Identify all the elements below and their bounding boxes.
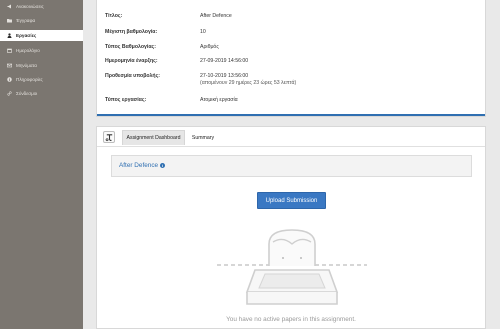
turnitin-icon (103, 131, 115, 143)
tab-bar: Assignment Dashboard Summary (97, 127, 485, 147)
sidebar-item-label: Εργασίες (16, 33, 37, 38)
sidebar-item-assignments[interactable]: Εργασίες (0, 30, 83, 41)
dashboard-panel: Assignment Dashboard Summary After Defen… (96, 126, 486, 329)
info-remaining-time: (απομένουν 29 ημέρες 23 ώρες 53 λεπτά) (200, 80, 297, 86)
card-accent-bar (97, 114, 485, 116)
megaphone-icon (7, 4, 12, 9)
info-label: Ημερομηνία έναρξης: (105, 58, 158, 64)
info-value: Ατομική εργασία (200, 97, 238, 103)
info-label: Προθεσμία υποβολής: (105, 73, 161, 79)
assignment-header-box: After Defence i (111, 155, 472, 177)
empty-state-message: You have no active papers in this assign… (226, 316, 356, 323)
sidebar-item-label: Σύνδεσμοι (16, 91, 38, 96)
info-value: 10 (200, 29, 206, 35)
folder-icon (7, 18, 12, 23)
sidebar-item-label: Μηνύματα (16, 63, 37, 68)
envelope-icon (7, 63, 12, 68)
sidebar: Ανακοινώσεις Έγγραφα Εργασίες Ημερολόγιο… (0, 0, 83, 329)
sidebar-item-calendar[interactable]: Ημερολόγιο (0, 45, 83, 56)
sidebar-item-label: Πληροφορίες (16, 77, 43, 82)
tab-summary[interactable]: Summary (189, 130, 217, 145)
sidebar-item-messages[interactable]: Μηνύματα (0, 60, 83, 71)
assignment-title-text: After Defence (119, 162, 159, 169)
assignment-title: After Defence i (119, 162, 166, 169)
calendar-icon (7, 48, 12, 53)
sidebar-item-label: Έγγραφα (16, 18, 36, 23)
info-value: Αριθμός (200, 44, 219, 50)
sidebar-item-documents[interactable]: Έγγραφα (0, 15, 83, 26)
info-label: Μέγιστη βαθμολογία: (105, 29, 158, 35)
link-icon (7, 91, 12, 96)
info-icon (7, 77, 12, 82)
sidebar-item-announcements[interactable]: Ανακοινώσεις (0, 1, 83, 12)
tab-assignment-dashboard[interactable]: Assignment Dashboard (122, 130, 185, 145)
info-icon[interactable]: i (160, 163, 166, 168)
upload-submission-button[interactable]: Upload Submission (257, 192, 326, 209)
info-label: Τύπος Βαθμολογίας: (105, 44, 156, 50)
assignment-info-card: Τίτλος: After Defence Μέγιστη βαθμολογία… (96, 0, 486, 117)
sidebar-item-label: Ημερολόγιο (16, 48, 40, 53)
sidebar-item-links[interactable]: Σύνδεσμοι (0, 88, 83, 99)
sidebar-item-label: Ανακοινώσεις (16, 4, 44, 9)
sidebar-item-info[interactable]: Πληροφορίες (0, 74, 83, 85)
user-icon (7, 33, 12, 38)
info-value: After Defence (200, 13, 232, 19)
info-label: Τύπος εργασίας: (105, 97, 147, 103)
info-value: 27-10-2019 13:56:00 (200, 73, 249, 79)
info-label: Τίτλος: (105, 13, 123, 19)
info-value: 27-09-2019 14:56:00 (200, 58, 249, 64)
empty-state-illustration (217, 229, 367, 305)
